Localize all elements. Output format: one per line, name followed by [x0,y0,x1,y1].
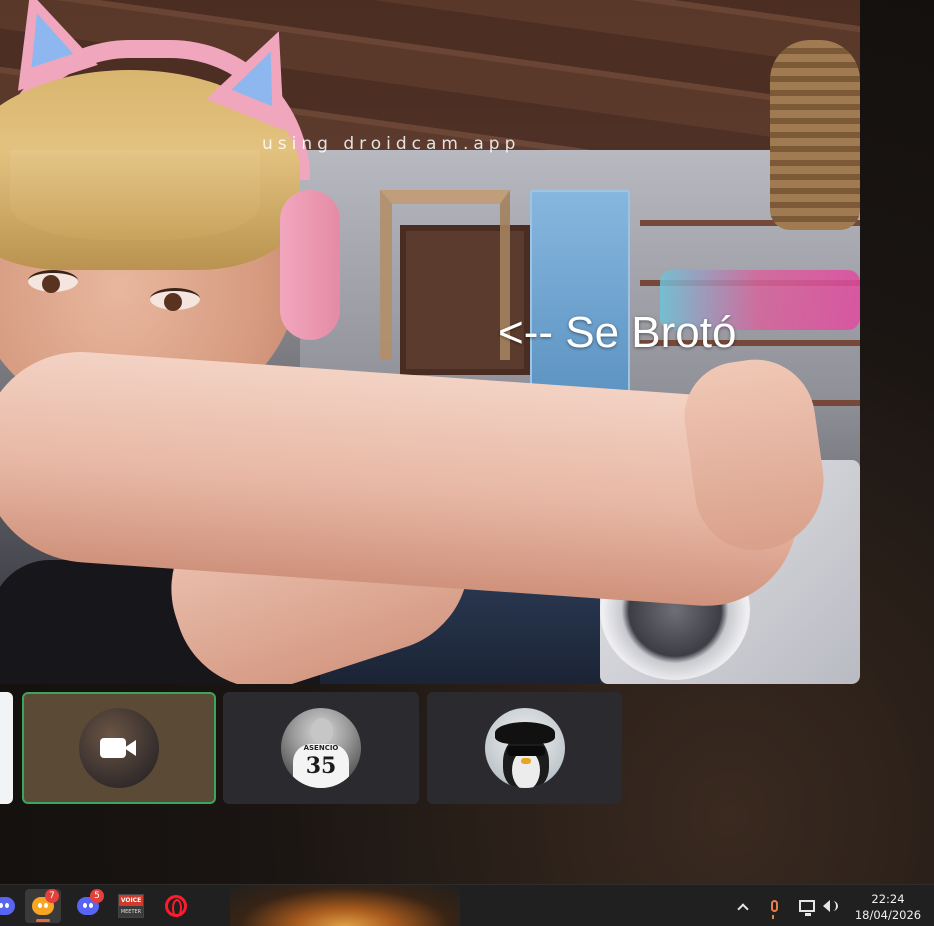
taskbar-app-discord-ptb[interactable]: 7 [25,889,61,923]
participant-tile-partial[interactable] [0,692,13,804]
stream-video[interactable]: using droidcam.app <-- Se Brotó [0,0,860,684]
voicemeeter-icon: VOICE MEETER [118,894,144,918]
stream-overlay-caption: <-- Se Brotó [498,308,737,357]
eye-left [28,270,78,293]
clock-date: 18/04/2026 [854,908,922,922]
taskbar-app-discord[interactable] [0,889,22,923]
wicker-baskets [770,40,860,230]
taskbar-clock[interactable]: 22:24 18/04/2026 [852,891,924,923]
opera-icon [165,895,187,917]
taskbar-app-opera[interactable] [158,889,194,923]
participant-tile-3[interactable] [427,692,622,804]
headphone-earcup [280,190,340,340]
avatar-participant-2: ASENCIO 35 [281,708,361,788]
avatar-participant-3 [484,708,565,788]
person-fringe [10,150,260,240]
background-chair [380,190,510,360]
participant-tile-2[interactable]: ASENCIO 35 [223,692,419,804]
taskbar: 7 5 VOICE MEETER [0,884,934,926]
network-icon[interactable] [797,896,817,916]
notification-badge: 5 [90,889,104,903]
discord-icon [0,897,15,915]
desktop-root: using droidcam.app <-- Se Brotó ASENCIO … [0,0,934,926]
taskbar-app-discord-2[interactable]: 5 [70,889,106,923]
notification-badge: 7 [45,889,59,903]
clock-time: 22:24 [871,892,905,906]
droidcam-watermark: using droidcam.app [262,134,521,154]
camera-icon [100,735,138,761]
active-indicator [36,919,50,922]
wallpaper-glow [230,885,460,926]
participant-tile-self[interactable] [22,692,216,804]
taskbar-app-voicemeeter[interactable]: VOICE MEETER [113,889,149,923]
avatar-self [79,708,159,788]
microphone-icon[interactable] [766,896,782,919]
storage-drawers [530,190,630,400]
volume-icon[interactable] [821,896,839,916]
eye-right [150,288,200,311]
jersey-name: ASENCIO [303,744,339,752]
chevron-up-icon[interactable] [734,896,752,916]
jersey-number: 35 [305,753,337,779]
